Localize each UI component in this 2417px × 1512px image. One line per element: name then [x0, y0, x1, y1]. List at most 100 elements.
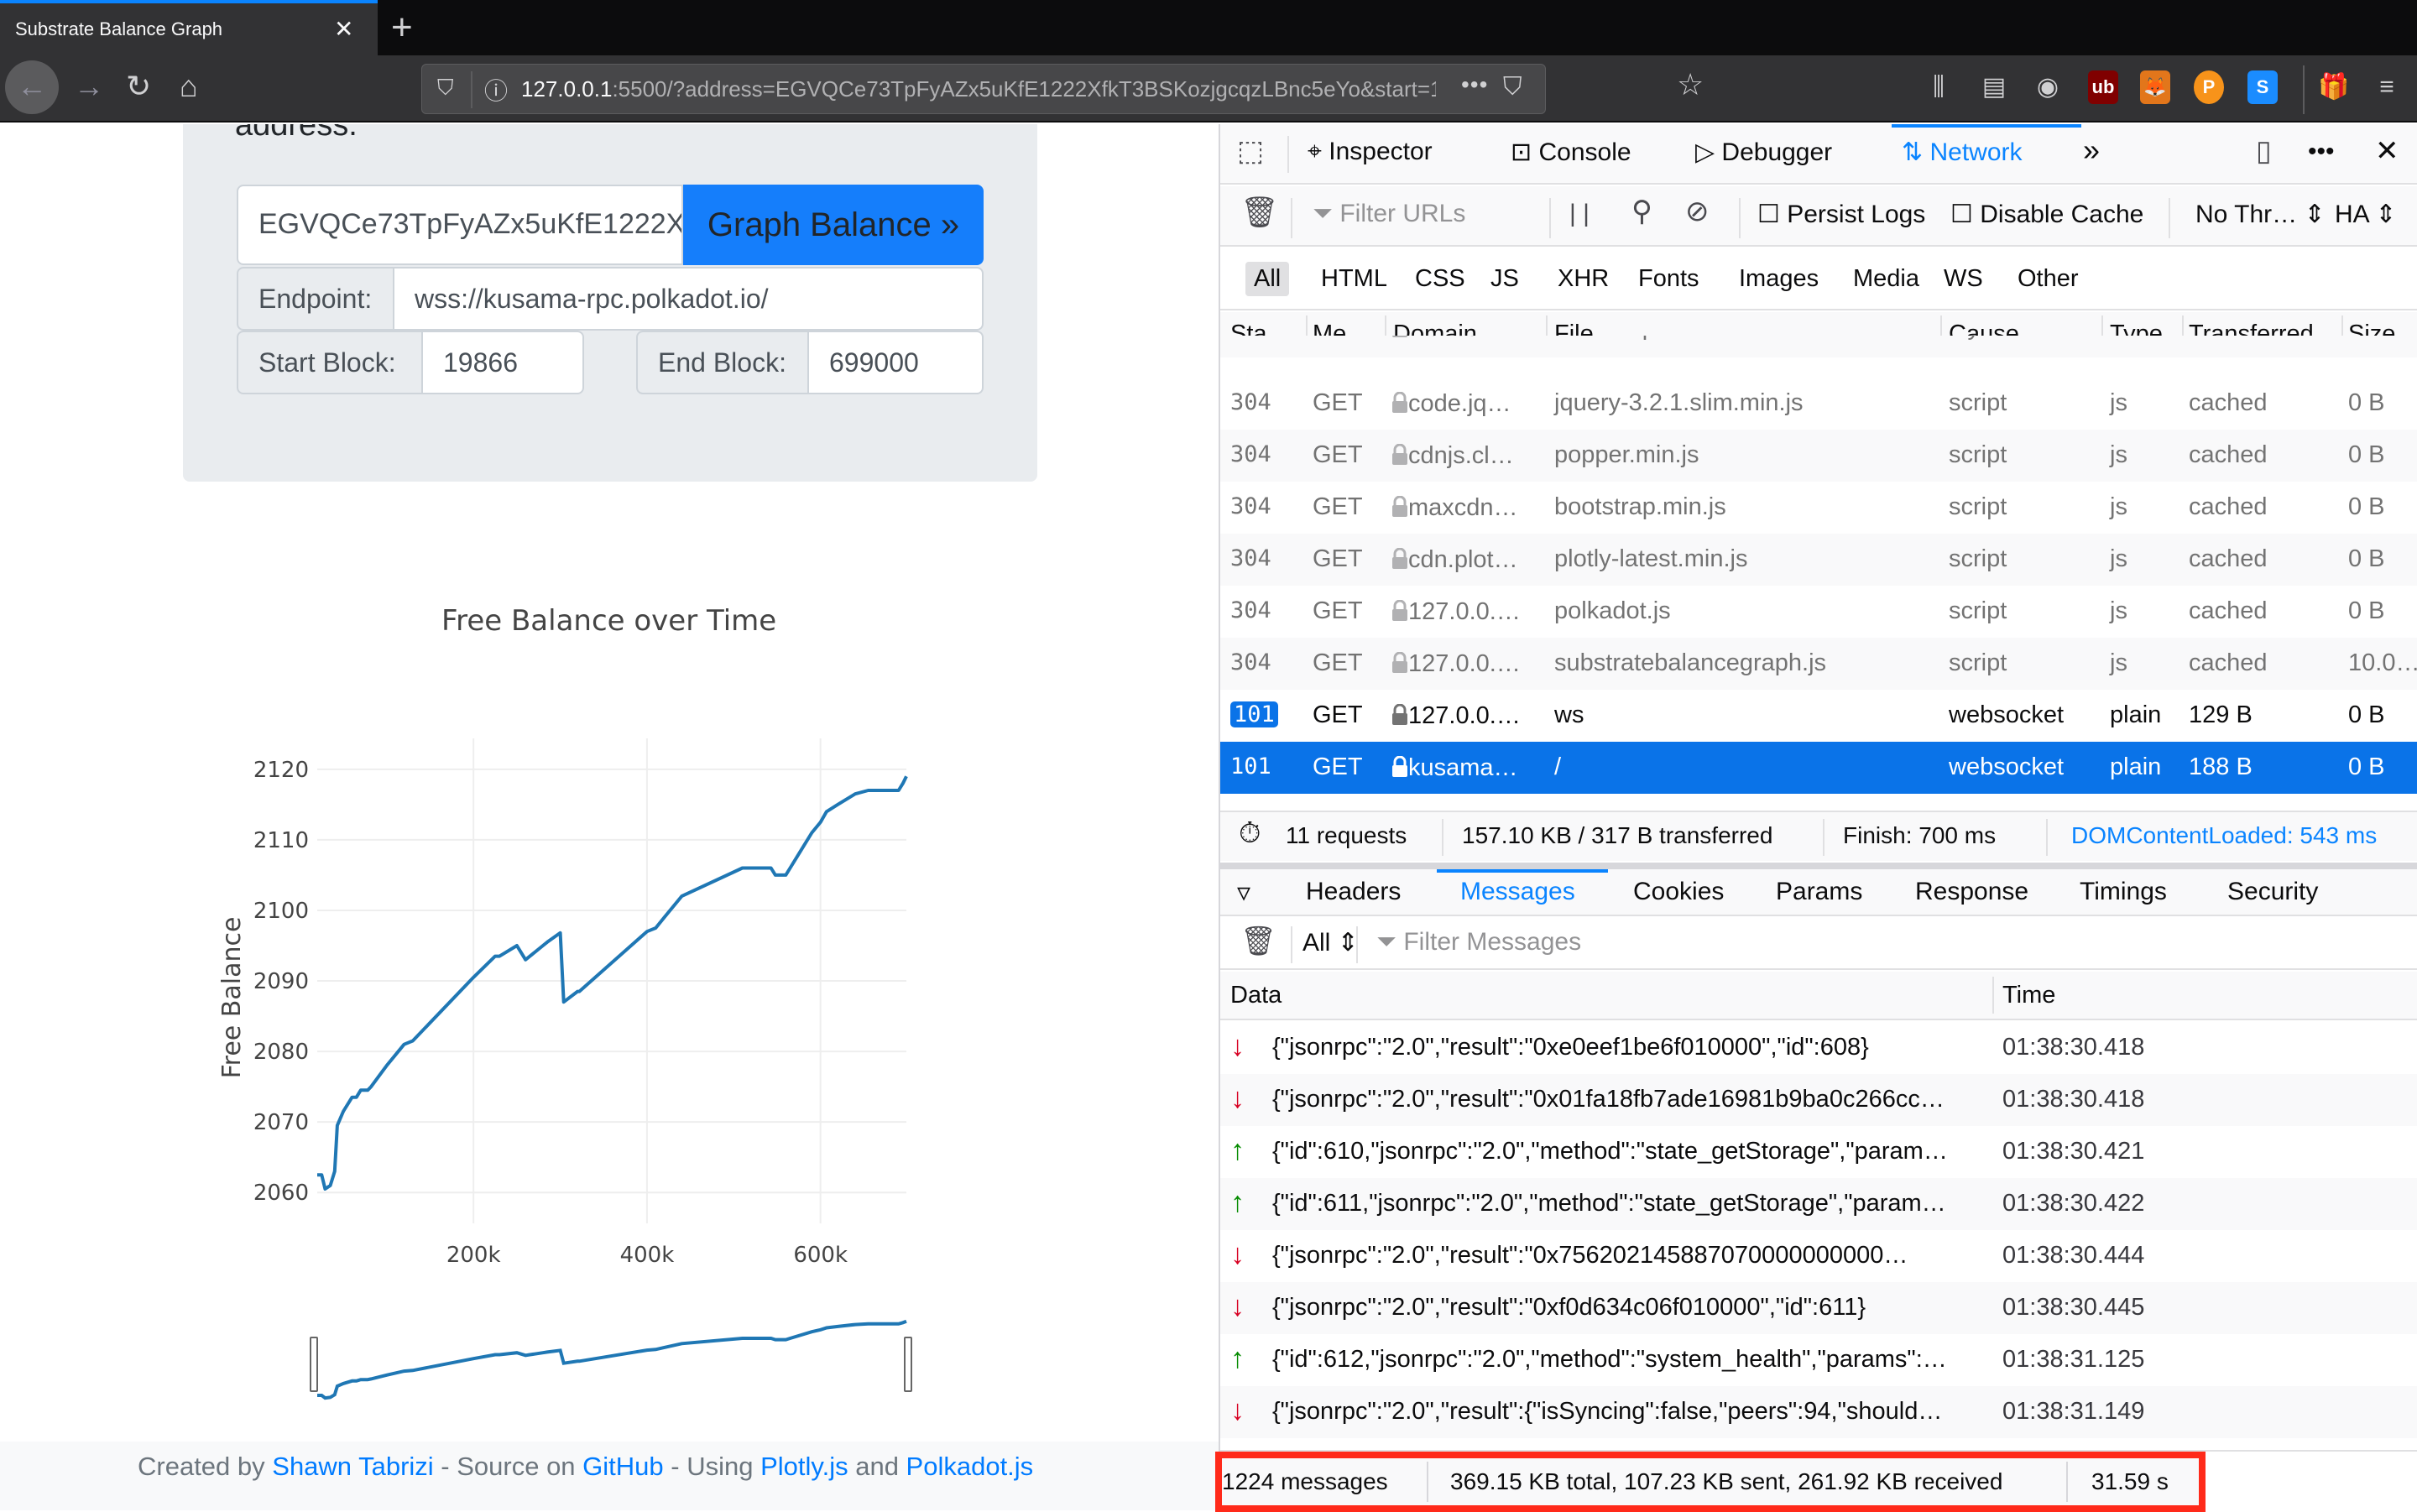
rangeslider-left-handle[interactable] [310, 1337, 318, 1392]
persist-logs-checkbox[interactable]: ☐ Persist Logs [1757, 200, 1925, 229]
block-requests-icon[interactable]: ⊘ [1685, 195, 1710, 228]
message-row[interactable]: ↑ {"id":610,"jsonrpc":"2.0","method":"sta… [1220, 1126, 2417, 1178]
column-time[interactable]: Time [2002, 982, 2055, 1009]
tab-params[interactable]: Params [1776, 878, 1862, 906]
responsive-mode-icon[interactable]: ▯ [2256, 134, 2272, 168]
lock-icon [1391, 495, 1408, 517]
request-row[interactable]: 304 GET 127.0.0.… polkadot.js script js cached… [1220, 586, 2417, 638]
request-domain: 127.0.0.… [1391, 701, 1521, 730]
tab-messages[interactable]: Messages [1460, 878, 1575, 906]
more-tabs-chevron-icon[interactable]: » [2083, 133, 2100, 168]
filter-media[interactable]: Media [1845, 262, 1928, 296]
home-button[interactable]: ⌂ [180, 69, 198, 104]
tab-debugger[interactable]: ▷ Debugger [1695, 138, 1832, 167]
request-transferred: cached [2189, 545, 2268, 572]
filter-urls-input[interactable]: ⏷ Filter URLs [1313, 200, 1465, 228]
request-row[interactable]: 304 GET 127.0.0.… substratebalancegraph.js s… [1220, 638, 2417, 690]
tab-timings[interactable]: Timings [2080, 878, 2167, 906]
tab-console[interactable]: ⊡ Console [1511, 138, 1631, 167]
polkadot-extension-icon[interactable]: P [2194, 70, 2224, 104]
request-row[interactable]: 304 GET code.jq… jquery-3.2.1.slim.min.js sc… [1220, 378, 2417, 430]
close-tab-icon[interactable]: ✕ [334, 15, 353, 43]
s-extension-icon[interactable]: S [2247, 70, 2278, 104]
clear-messages-trash-icon[interactable]: 🗑 [1240, 925, 1276, 958]
column-data[interactable]: Data [1230, 982, 1282, 1009]
message-type-select[interactable]: All ⇕ [1302, 928, 1359, 957]
request-row[interactable]: 101 GET 127.0.0.… ws websocket plain 129 B 0 B [1220, 690, 2417, 742]
tab-security[interactable]: Security [2227, 878, 2318, 906]
ublock-extension-icon[interactable]: ub [2088, 70, 2118, 104]
message-row[interactable]: ↑ {"id":612,"jsonrpc":"2.0","method":"sys… [1220, 1334, 2417, 1386]
filter-ws[interactable]: WS [1935, 262, 1992, 296]
filter-images[interactable]: Images [1731, 262, 1827, 296]
forward-button[interactable]: → [74, 69, 104, 104]
end-block-input[interactable]: 699000 [809, 331, 984, 394]
filter-fonts[interactable]: Fonts [1630, 262, 1708, 296]
reload-button[interactable]: ↻ [126, 69, 151, 104]
tab-cookies[interactable]: Cookies [1633, 878, 1724, 906]
messages-toolbar: 🗑 All ⇕ ⏷ Filter Messages [1220, 918, 2417, 970]
tab-response[interactable]: Response [1915, 878, 2028, 906]
request-row[interactable]: 304 GET maxcdn… bootstrap.min.js script js cac… [1220, 482, 2417, 534]
account-icon[interactable]: ◉ [2033, 70, 2063, 104]
url-text[interactable]: 127.0.0.1:5500/?address=EGVQCe73TpFyAZx5… [521, 76, 1436, 102]
filter-all[interactable]: All [1245, 262, 1290, 296]
pause-icon[interactable]: | | [1569, 200, 1590, 228]
whats-new-gift-icon[interactable]: 🎁 [2318, 70, 2349, 104]
tab-headers[interactable]: Headers [1306, 878, 1401, 906]
search-icon[interactable]: ⚲ [1631, 195, 1652, 228]
polkadot-link[interactable]: Polkadot.js [906, 1452, 1034, 1481]
devtools-options-icon[interactable]: ••• [2308, 138, 2335, 166]
graph-balance-button[interactable]: Graph Balance » [683, 185, 984, 265]
filter-xhr[interactable]: XHR [1549, 262, 1617, 296]
toggle-panel-icon[interactable]: ▿ [1237, 876, 1250, 908]
message-row[interactable]: ↓ {"jsonrpc":"2.0","result":{"isSyncing":… [1220, 1386, 2417, 1438]
bookmark-star-icon[interactable]: ☆ [1677, 67, 1704, 102]
balance-line[interactable] [317, 775, 908, 1191]
disable-cache-checkbox[interactable]: ☐ Disable Cache [1950, 200, 2143, 229]
back-button[interactable]: ← [5, 60, 59, 114]
tab-network[interactable]: ⇅ Network [1902, 138, 2023, 167]
browser-tab[interactable]: Substrate Balance Graph ✕ [0, 0, 378, 55]
request-row[interactable]: 304 GET cdn.plot… plotly-latest.min.js scrip… [1220, 534, 2417, 586]
throttling-select[interactable]: No Thr… ⇕ [2195, 200, 2326, 229]
hamburger-menu-icon[interactable]: ≡ [2372, 70, 2402, 104]
plotly-link[interactable]: Plotly.js [760, 1452, 848, 1481]
message-row[interactable]: ↑ {"id":611,"jsonrpc":"2.0","method":"sta… [1220, 1178, 2417, 1230]
rangeslider-right-handle[interactable] [904, 1337, 912, 1392]
har-menu[interactable]: HA ⇕ [2335, 200, 2397, 229]
sidebar-icon[interactable]: ▤ [1979, 70, 2009, 104]
site-info-icon[interactable]: ⓘ [484, 73, 508, 107]
message-row[interactable]: ↓ {"jsonrpc":"2.0","result":"0xf0d634c06f… [1220, 1282, 2417, 1334]
balance-chart[interactable]: 2060 2070 2080 2090 2100 2110 2120 200k 400k 600k… [210, 688, 923, 1426]
filter-js[interactable]: JS [1482, 262, 1527, 296]
message-row[interactable]: ↓ {"jsonrpc":"2.0","result":"0xe0eef1be6f… [1220, 1022, 2417, 1074]
github-link[interactable]: GitHub [582, 1452, 663, 1481]
filter-messages-input[interactable]: ⏷ Filter Messages [1376, 928, 1581, 957]
tab-inspector[interactable]: ⌖ Inspector [1308, 138, 1433, 166]
message-row[interactable]: ↓ {"jsonrpc":"2.0","result":"0x7562021458… [1220, 1230, 2417, 1282]
url-bar[interactable]: ⛉ ⓘ 127.0.0.1:5500/?address=EGVQCe73TpFy… [421, 64, 1546, 114]
request-row[interactable]: 101 GET kusama… / websocket plain 188 B 0 B [1220, 742, 2417, 794]
close-devtools-icon[interactable]: ✕ [2375, 134, 2399, 168]
message-data: {"jsonrpc":"2.0","result":"0x01fa18fb7ad… [1272, 1086, 1945, 1113]
pocket-icon[interactable]: ⛉ [1503, 73, 1522, 102]
tracking-shield-icon[interactable]: ⛉ [437, 75, 454, 102]
clear-requests-trash-icon[interactable]: 🗑 [1240, 195, 1279, 230]
page-actions-icon[interactable]: ••• [1461, 71, 1488, 98]
message-row[interactable]: ↓ {"jsonrpc":"2.0","result":"0x01fa18fb7a… [1220, 1074, 2417, 1126]
request-cause: script [1949, 545, 2007, 572]
address-input[interactable]: EGVQCe73TpFyAZx5uKfE1222XfkT3BSKozjgcqzL… [237, 185, 683, 265]
request-size: 0 B [2348, 545, 2385, 572]
filter-html[interactable]: HTML [1313, 262, 1396, 296]
metamask-extension-icon[interactable]: 🦊 [2140, 70, 2170, 104]
element-picker-icon[interactable]: ⬚ [1237, 134, 1264, 168]
author-link[interactable]: Shawn Tabrizi [272, 1452, 433, 1481]
endpoint-input[interactable]: wss://kusama-rpc.polkadot.io/ [394, 267, 984, 331]
filter-other[interactable]: Other [2009, 262, 2087, 296]
start-block-input[interactable]: 19866 [423, 331, 584, 394]
new-tab-icon[interactable]: + [391, 7, 413, 49]
request-row[interactable]: 304 GET cdnjs.cl… popper.min.js script js cach… [1220, 430, 2417, 482]
library-icon[interactable]: ⫼ [1924, 70, 1954, 104]
filter-css[interactable]: CSS [1407, 262, 1474, 296]
